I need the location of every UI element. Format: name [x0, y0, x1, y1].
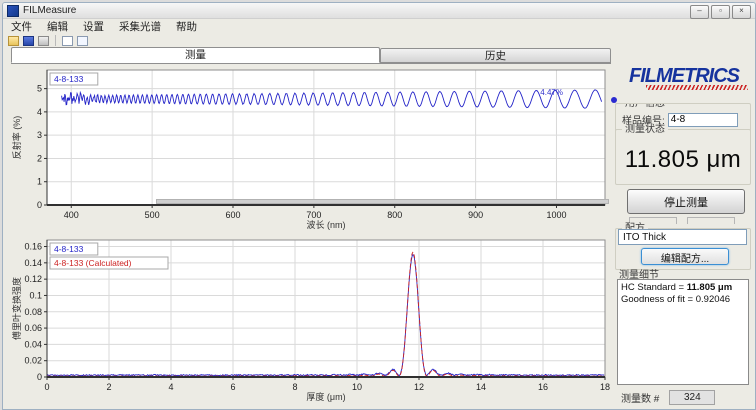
toolbar-separator	[55, 35, 56, 46]
minimize-button[interactable]: –	[690, 5, 709, 19]
detail-line-2: Goodness of fit = 0.92046	[621, 294, 745, 306]
svg-text:0.14: 0.14	[24, 258, 42, 268]
svg-text:0.16: 0.16	[24, 242, 42, 252]
svg-text:0: 0	[37, 372, 42, 382]
window-title: FILMeasure	[23, 5, 76, 16]
svg-text:4.47%: 4.47%	[540, 88, 563, 97]
svg-text:0.08: 0.08	[24, 307, 42, 317]
right-panel: FILMETRICS 用户信息 样品编号: 测量状态 11.805 μm 停止测…	[615, 63, 751, 407]
export-icon[interactable]	[62, 36, 73, 46]
sample-id-input[interactable]	[668, 113, 738, 127]
reflectance-spectrum-chart: 400 500 600 700 800 900 1000 0 1 2 3 4 5 波长 (nm) 反射率 (…	[11, 65, 611, 231]
tab-history[interactable]: 历史	[380, 48, 611, 63]
svg-text:8: 8	[292, 382, 297, 392]
toolbar	[3, 34, 756, 47]
spectrum-hscrollbar[interactable]	[156, 199, 609, 204]
close-button[interactable]: ×	[732, 5, 751, 19]
menu-setup[interactable]: 设置	[83, 19, 104, 34]
titlebar: FILMeasure – ▫ ×	[3, 3, 755, 19]
svg-text:12: 12	[414, 382, 424, 392]
tab-measure[interactable]: 测量	[11, 47, 380, 63]
print-icon[interactable]	[38, 36, 49, 46]
svg-text:4-8-133: 4-8-133	[54, 74, 84, 84]
svg-text:2: 2	[106, 382, 111, 392]
svg-text:16: 16	[538, 382, 548, 392]
svg-text:800: 800	[387, 210, 402, 220]
fft-thickness-chart: 0 2 4 6 8 10 12 14 16 18 0 0.02 0.04 0.06 0.08 0.1 0.12 0…	[11, 235, 611, 403]
svg-text:傅里叶变换强度: 傅里叶变换强度	[11, 277, 22, 340]
measurement-status-label: 测量状态	[622, 124, 668, 135]
svg-text:2: 2	[37, 153, 42, 163]
svg-text:反射率 (%): 反射率 (%)	[11, 116, 22, 160]
svg-text:900: 900	[468, 210, 483, 220]
svg-text:18: 18	[600, 382, 610, 392]
svg-text:4: 4	[168, 382, 173, 392]
svg-text:400: 400	[64, 210, 79, 220]
screen: FILMeasure – ▫ × 文件 编辑 设置 采集光谱 帮助 测量	[0, 0, 756, 410]
svg-text:600: 600	[225, 210, 240, 220]
open-icon[interactable]	[8, 36, 19, 46]
stop-measure-button[interactable]: 停止测量	[627, 189, 745, 214]
svg-text:0: 0	[37, 200, 42, 210]
svg-text:厚度 (μm): 厚度 (μm)	[306, 391, 345, 402]
app-icon	[7, 5, 19, 17]
svg-text:0.1: 0.1	[29, 290, 42, 300]
svg-text:波长 (nm): 波长 (nm)	[307, 219, 346, 230]
logo-text: FILMETRICS	[617, 65, 751, 88]
svg-text:1000: 1000	[546, 210, 566, 220]
svg-text:4-8-133: 4-8-133	[54, 244, 84, 254]
menubar: 文件 编辑 设置 采集光谱 帮助	[3, 20, 756, 33]
svg-text:0.06: 0.06	[24, 323, 42, 333]
svg-text:1: 1	[37, 177, 42, 187]
measurement-details-box: HC Standard = 11.805 μm Goodness of fit …	[617, 279, 749, 385]
menu-acquire[interactable]: 采集光谱	[119, 19, 161, 34]
menu-help[interactable]: 帮助	[176, 19, 197, 34]
svg-text:6: 6	[230, 382, 235, 392]
measurement-status-group: 测量状态 11.805 μm	[615, 129, 751, 185]
clipped-box-right	[687, 217, 735, 224]
svg-text:4-8-133 (Calculated): 4-8-133 (Calculated)	[54, 258, 132, 268]
svg-text:10: 10	[352, 382, 362, 392]
svg-text:4: 4	[37, 107, 42, 117]
svg-text:0.12: 0.12	[24, 274, 42, 284]
measurement-count-label: 测量数 #	[621, 390, 659, 405]
menu-edit[interactable]: 编辑	[47, 19, 68, 34]
measurement-count-value: 324	[669, 390, 715, 405]
svg-text:3: 3	[37, 130, 42, 140]
svg-text:5: 5	[37, 84, 42, 94]
thickness-result-value: 11.805 μm	[616, 146, 750, 174]
app-window: FILMeasure – ▫ × 文件 编辑 设置 采集光谱 帮助 测量	[2, 2, 756, 410]
user-info-label: 用户信息	[622, 103, 668, 109]
svg-text:700: 700	[306, 210, 321, 220]
filmetrics-logo: FILMETRICS	[617, 65, 751, 90]
tabstrip-baseline	[11, 63, 611, 64]
window-controls: – ▫ ×	[690, 5, 751, 19]
edit-recipe-button[interactable]: 编辑配方...	[641, 248, 729, 265]
svg-text:14: 14	[476, 382, 486, 392]
recipe-select[interactable]: ITO Thick	[618, 229, 747, 245]
svg-text:0: 0	[44, 382, 49, 392]
tabstrip: 测量 历史	[11, 47, 611, 64]
detail-line-1: HC Standard = 11.805 μm	[621, 282, 745, 294]
save-icon[interactable]	[23, 36, 34, 46]
svg-text:0.04: 0.04	[24, 339, 42, 349]
menu-file[interactable]: 文件	[11, 19, 32, 34]
svg-text:0.02: 0.02	[24, 356, 42, 366]
copy-icon[interactable]	[77, 36, 88, 46]
measurement-count-row: 测量数 # 324	[621, 390, 747, 405]
maximize-button[interactable]: ▫	[711, 5, 730, 19]
svg-text:500: 500	[145, 210, 160, 220]
